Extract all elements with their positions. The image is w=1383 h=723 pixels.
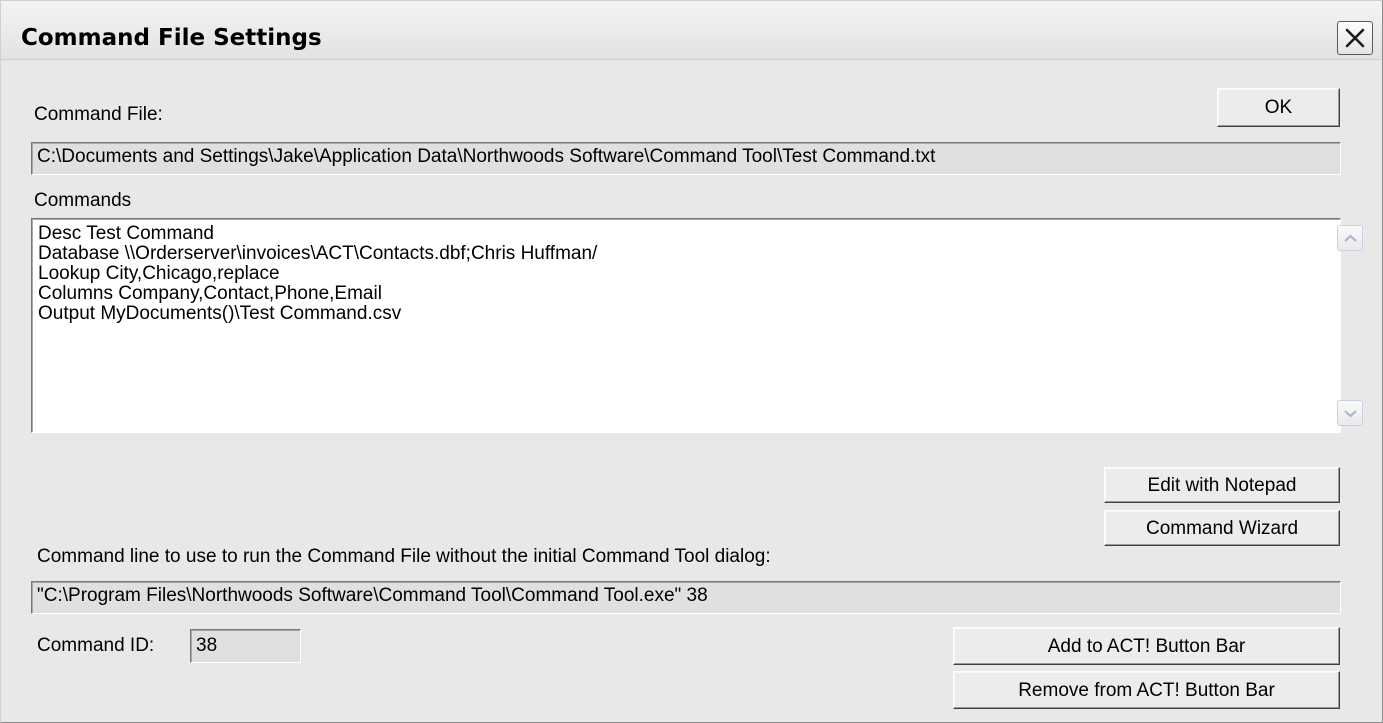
scroll-down-button[interactable]: [1337, 400, 1363, 426]
title-bar: Command File Settings: [1, 1, 1382, 60]
command-file-settings-dialog: Command File Settings Command File: OK C…: [0, 0, 1383, 723]
close-icon: [1345, 28, 1365, 48]
command-line-item: Database \\Orderserver\invoices\ACT\Cont…: [38, 243, 598, 264]
ok-button-label: OK: [1264, 97, 1293, 118]
command-wizard-button[interactable]: Command Wizard: [1104, 510, 1340, 546]
command-line-label: Command line to use to run the Command F…: [37, 546, 771, 567]
command-line-item: Columns Company,Contact,Phone,Email: [38, 283, 382, 304]
command-wizard-label: Command Wizard: [1145, 518, 1299, 539]
add-to-button-bar-label: Add to ACT! Button Bar: [1047, 636, 1246, 657]
commands-textarea[interactable]: Desc Test Command Database \\Orderserver…: [31, 218, 1363, 433]
add-to-button-bar-button[interactable]: Add to ACT! Button Bar: [953, 627, 1340, 665]
scroll-up-button[interactable]: [1337, 225, 1363, 251]
edit-with-notepad-button[interactable]: Edit with Notepad: [1104, 467, 1340, 503]
commands-label: Commands: [34, 190, 132, 211]
edit-with-notepad-label: Edit with Notepad: [1147, 475, 1297, 496]
command-line-item: Lookup City,Chicago,replace: [38, 263, 280, 284]
close-button[interactable]: [1337, 21, 1373, 55]
window-title: Command File Settings: [21, 25, 322, 51]
command-file-label: Command File:: [34, 104, 163, 125]
command-file-path-field[interactable]: C:\Documents and Settings\Jake\Applicati…: [31, 142, 1341, 175]
chevron-up-icon: [1344, 234, 1357, 242]
chevron-down-icon: [1344, 410, 1357, 418]
remove-from-button-bar-label: Remove from ACT! Button Bar: [1018, 680, 1275, 701]
command-id-label: Command ID:: [37, 635, 155, 656]
command-id-field[interactable]: 38: [190, 629, 301, 663]
ok-button[interactable]: OK: [1217, 88, 1340, 127]
commands-text: Desc Test Command Database \\Orderserver…: [38, 224, 597, 324]
command-line-item: Output MyDocuments()\Test Command.csv: [38, 303, 402, 324]
remove-from-button-bar-button[interactable]: Remove from ACT! Button Bar: [953, 671, 1340, 709]
command-line-item: Desc Test Command: [38, 223, 214, 244]
command-line-field[interactable]: "C:\Program Files\Northwoods Software\Co…: [31, 581, 1341, 614]
